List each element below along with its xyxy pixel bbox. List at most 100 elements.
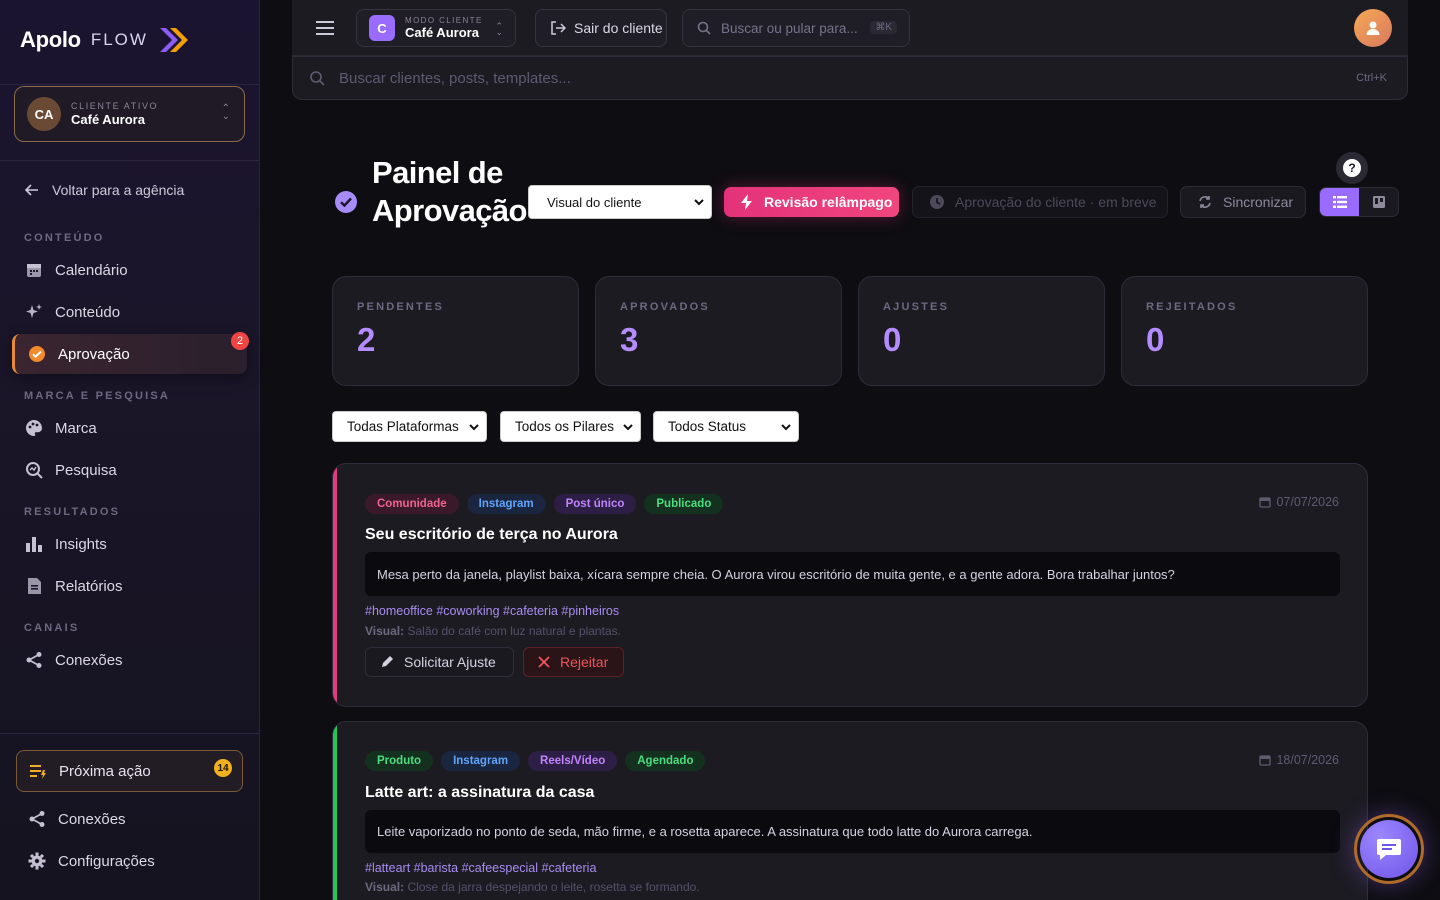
client-avatar: CA [27, 97, 61, 131]
post-tags: Comunidade Instagram Post único Publicad… [365, 494, 724, 514]
sidebar-item-approval[interactable]: Aprovação 2 [12, 332, 249, 374]
tag-format: Reels/Vídeo [528, 751, 618, 771]
post-hashtags: #latteart #barista #cafeespecial #cafete… [365, 861, 597, 875]
post-title: Latte art: a assinatura da casa [365, 784, 595, 801]
client-mode-name: Café Aurora [405, 25, 479, 40]
client-approval-soon-button: Aprovação do cliente · em breve [912, 186, 1168, 218]
stat-value: 3 [620, 321, 639, 358]
reject-label: Rejeitar [560, 654, 609, 670]
platform-filter-select[interactable]: Todas Plataformas [332, 411, 487, 442]
layout-toggle[interactable] [1319, 187, 1399, 217]
sidebar-item-label: Marca [55, 419, 97, 437]
stat-label: PENDENTES [357, 301, 445, 313]
client-name: Café Aurora [71, 112, 145, 127]
pillar-filter-value: Todos os Pilares [515, 419, 615, 434]
sidebar-item-insights[interactable]: Insights [12, 524, 247, 564]
board-icon [1372, 196, 1385, 208]
post-card: Comunidade Instagram Post único Publicad… [332, 463, 1368, 707]
report-icon [28, 578, 41, 594]
exit-client-button[interactable]: Sair do cliente [535, 9, 667, 47]
post-date-value: 07/07/2026 [1276, 495, 1339, 509]
quick-search-shortcut: ⌘K [870, 21, 897, 34]
request-adjustment-button[interactable]: Solicitar Ajuste [365, 647, 514, 677]
tag-format: Post único [553, 494, 637, 514]
flash-review-label: Revisão relâmpago [764, 194, 893, 210]
next-action-button[interactable]: Próxima ação 14 [16, 750, 243, 792]
next-action-label: Próxima ação [59, 762, 151, 780]
user-icon [1366, 21, 1380, 35]
flash-review-button[interactable]: Revisão relâmpago [724, 187, 899, 217]
pencil-icon [382, 656, 393, 667]
status-filter-value: Todos Status [668, 419, 747, 434]
client-mode-selector[interactable]: C MODO CLIENTE Café Aurora ⌃ ⌄ [356, 9, 516, 47]
stat-value: 0 [1146, 321, 1165, 358]
post-caption: Leite vaporizado no ponto de seda, mão f… [365, 810, 1340, 853]
sidebar-item-label: Insights [55, 535, 107, 553]
brand-name: Apolo [20, 27, 81, 52]
bottom-connections-label: Conexões [58, 810, 126, 828]
request-adjustment-label: Solicitar Ajuste [404, 654, 496, 670]
page-title: Painel de Aprovação [372, 154, 527, 230]
sidebar-item-brand[interactable]: Marca [12, 408, 247, 448]
tag-status: Agendado [625, 751, 706, 771]
list-view-button[interactable] [1320, 188, 1359, 216]
calendar-icon [1259, 755, 1272, 766]
stat-value: 2 [357, 321, 376, 358]
sync-label: Sincronizar [1223, 194, 1294, 210]
active-client-selector[interactable]: CA CLIENTE ATIVO Café Aurora ⌃ ⌄ [14, 86, 245, 142]
view-mode-select[interactable]: Visual do cliente [528, 185, 712, 219]
list-bolt-icon [30, 765, 46, 779]
quick-search-input[interactable]: Buscar ou pular para... ⌘K [682, 9, 910, 47]
stat-label: APROVADOS [620, 301, 710, 313]
board-view-button[interactable] [1359, 188, 1398, 216]
sidebar-item-reports[interactable]: Relatórios [12, 566, 247, 606]
user-avatar[interactable] [1354, 9, 1392, 47]
global-search-placeholder: Buscar clientes, posts, templates... [339, 69, 571, 87]
chat-fab-inner [1360, 820, 1418, 878]
post-title: Seu escritório de terça no Aurora [365, 526, 618, 543]
chat-icon [1377, 839, 1401, 860]
pillar-filter-select[interactable]: Todos os Pilares [500, 411, 641, 442]
global-search-input[interactable]: Buscar clientes, posts, templates... Ctr… [292, 56, 1408, 100]
back-label: Voltar para a agência [52, 182, 185, 198]
tag-pillar: Produto [365, 751, 434, 771]
bottom-connections-link[interactable]: Conexões [28, 810, 126, 828]
reject-button[interactable]: Rejeitar [523, 647, 624, 677]
search-icon [310, 71, 325, 86]
help-button[interactable]: ? [1336, 152, 1368, 184]
sidebar-item-calendar[interactable]: Calendário [12, 250, 247, 290]
brand-logo[interactable]: Apolo FLOW [20, 26, 190, 54]
chevron-down-icon [469, 424, 479, 431]
chevron-updown-icon: ⌃ ⌄ [221, 103, 230, 122]
client-mode-label: MODO CLIENTE [405, 16, 483, 25]
status-filter-select[interactable]: Todos Status [653, 411, 799, 442]
chevron-updown-icon: ⌃ ⌄ [495, 21, 503, 37]
search-analytics-icon [26, 462, 43, 479]
post-visual-text: Salão do café com luz natural e plantas. [407, 624, 621, 638]
divider [0, 84, 259, 85]
post-card: Produto Instagram Reels/Vídeo Agendado 1… [332, 721, 1368, 900]
sidebar-item-label: Aprovação [58, 345, 130, 363]
back-to-agency-link[interactable]: Voltar para a agência [24, 182, 184, 198]
sidebar-item-connections[interactable]: Conexões [12, 640, 247, 680]
section-results: RESULTADOS [24, 506, 121, 518]
sidebar-item-research[interactable]: Pesquisa [12, 450, 247, 490]
chevrons-logo-icon [159, 28, 188, 52]
bolt-icon [741, 194, 752, 210]
tag-platform: Instagram [466, 494, 546, 514]
chat-fab-button[interactable] [1354, 814, 1424, 884]
gear-icon [28, 852, 46, 870]
sync-button[interactable]: Sincronizar [1180, 186, 1306, 218]
quick-search-placeholder: Buscar ou pular para... [721, 20, 858, 36]
sidebar-item-label: Conteúdo [55, 303, 121, 321]
settings-link[interactable]: Configurações [28, 852, 155, 870]
post-date-value: 18/07/2026 [1276, 753, 1339, 767]
sidebar-item-content[interactable]: Conteúdo [12, 292, 247, 332]
search-icon [697, 21, 711, 35]
stat-adjustments-card: AJUSTES 0 [858, 276, 1105, 386]
client-approval-soon-label: Aprovação do cliente · em breve [955, 194, 1157, 210]
post-visual-label: Visual: [365, 624, 405, 638]
check-circle-icon [29, 346, 45, 362]
settings-label: Configurações [58, 852, 155, 870]
menu-icon[interactable] [316, 19, 336, 42]
